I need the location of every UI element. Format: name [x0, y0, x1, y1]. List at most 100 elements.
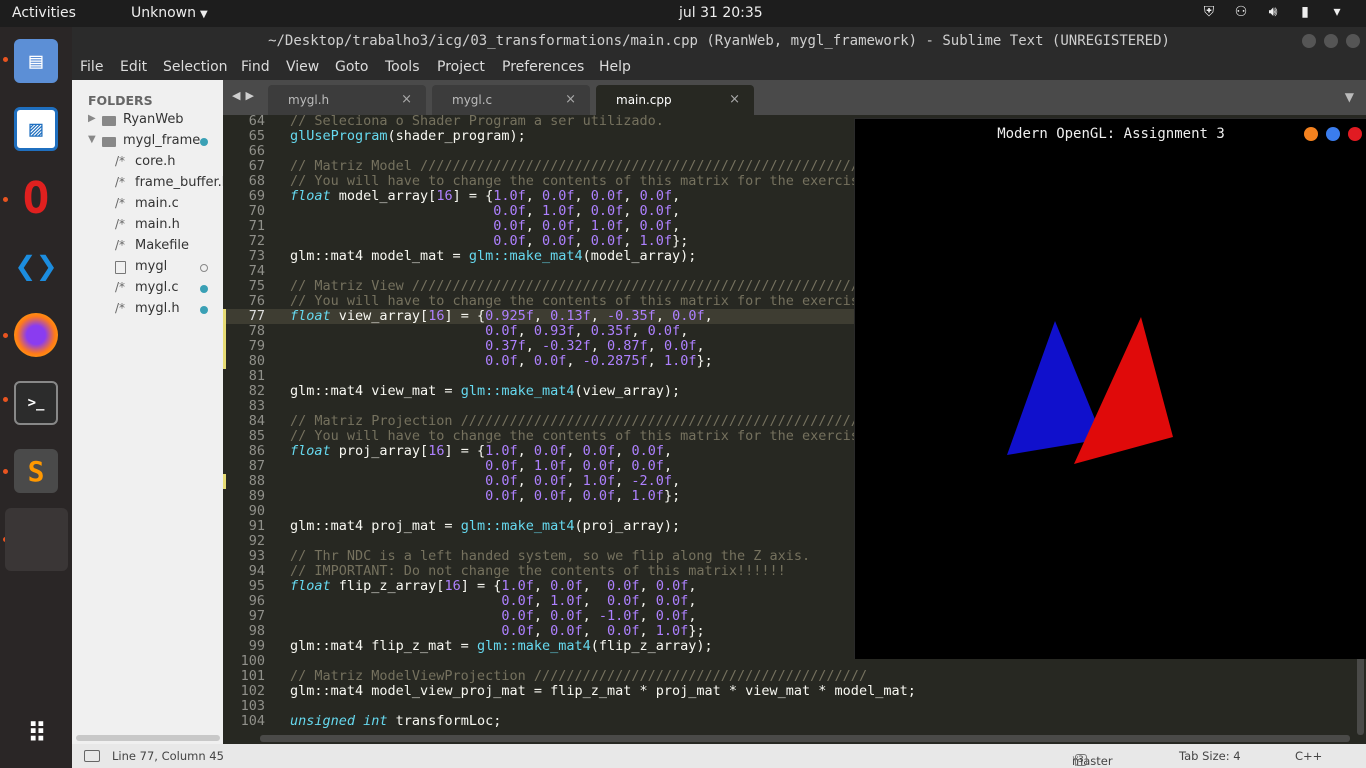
menu-view[interactable]: View [286, 59, 319, 75]
code-line[interactable]: float view_array[16] = {0.925f, 0.13f, -… [290, 309, 713, 324]
code-line[interactable]: 0.0f, 0.0f, 1.0f, 0.0f, [290, 219, 680, 234]
menu-edit[interactable]: Edit [120, 59, 147, 75]
menu-find[interactable]: Find [241, 59, 270, 75]
vertical-scrollbar[interactable] [1357, 655, 1364, 735]
dock-window-preview[interactable] [5, 508, 68, 571]
menu-help[interactable]: Help [599, 59, 631, 75]
code-line[interactable]: glm::mat4 proj_mat = glm::make_mat4(proj… [290, 519, 680, 534]
code-line[interactable]: 0.0f, 1.0f, 0.0f, 0.0f, [290, 594, 696, 609]
code-line[interactable]: 0.0f, 0.0f, 0.0f, 1.0f}; [290, 624, 704, 639]
code-line[interactable]: // Matriz Model ////////////////////////… [290, 159, 875, 174]
code-token: (view_array); [574, 383, 681, 399]
code-line[interactable]: float proj_array[16] = {1.0f, 0.0f, 0.0f… [290, 444, 672, 459]
menu-tools[interactable]: Tools [385, 59, 420, 75]
maximize-button[interactable] [1324, 34, 1338, 48]
sidebar-file-main-h[interactable]: /* main.h [72, 216, 223, 236]
sidebar-folder-ryanweb[interactable]: ▶ RyanWeb [72, 111, 223, 131]
tab-size[interactable]: Tab Size: 4 [1179, 749, 1241, 763]
code-line[interactable]: 0.0f, 0.0f, -1.0f, 0.0f, [290, 609, 696, 624]
code-line[interactable]: 0.0f, 1.0f, 0.0f, 0.0f, [290, 459, 672, 474]
line-number: 102 [240, 683, 265, 699]
dock-libreoffice-draw[interactable]: ▨ [8, 101, 64, 157]
dock-firefox[interactable] [8, 307, 64, 363]
tab-nav-arrows-icon[interactable]: ◀▶ [232, 89, 259, 102]
sidebar-file-frame-buffer-h[interactable]: /* frame_buffer.h [72, 174, 223, 194]
tab-mygl-h[interactable]: mygl.h × [268, 85, 426, 115]
menu-preferences[interactable]: Preferences [502, 59, 584, 75]
panel-toggle-icon[interactable] [84, 750, 100, 762]
sidebar-scrollbar[interactable] [76, 735, 220, 741]
code-line[interactable]: glm::mat4 flip_z_mat = glm::make_mat4(fl… [290, 639, 713, 654]
menu-selection[interactable]: Selection [163, 59, 228, 75]
sidebar-file-mygl[interactable]: mygl [72, 258, 223, 278]
window-titlebar[interactable]: ~/Desktop/trabalho3/icg/03_transformatio… [72, 27, 1366, 55]
dock-opera[interactable]: O [8, 170, 64, 226]
code-line[interactable]: glm::mat4 model_mat = glm::make_mat4(mod… [290, 249, 696, 264]
code-line[interactable]: // Thr NDC is a left handed system, so w… [290, 549, 810, 564]
menu-project[interactable]: Project [437, 59, 485, 75]
code-token: , [533, 608, 551, 624]
dock-terminal[interactable]: >_ [8, 375, 64, 431]
dock-vscode[interactable]: ❮❯ [8, 238, 64, 294]
tab-list-dropdown-icon[interactable]: ▼ [1345, 90, 1354, 104]
menu-goto[interactable]: Goto [335, 59, 368, 75]
code-line[interactable]: glm::mat4 view_mat = glm::make_mat4(view… [290, 384, 680, 399]
sidebar-file-mygl-c[interactable]: /* mygl.c [72, 279, 223, 299]
horizontal-scrollbar[interactable] [260, 735, 1350, 742]
close-button[interactable] [1346, 34, 1360, 48]
code-line[interactable]: 0.0f, 0.0f, 0.0f, 1.0f}; [290, 234, 688, 249]
syntax-mode[interactable]: C++ [1295, 749, 1322, 763]
code-line[interactable]: // Seleciona o Shader Program a ser util… [290, 115, 664, 129]
sidebar-file-mygl-h[interactable]: /* mygl.h [72, 300, 223, 320]
code-token: , [517, 473, 534, 489]
menu-file[interactable]: File [80, 59, 103, 75]
battery-icon[interactable]: ▮ [1296, 4, 1314, 20]
code-line[interactable]: float model_array[16] = {1.0f, 0.0f, 0.0… [290, 189, 680, 204]
code-line[interactable]: // You will have to change the contents … [290, 294, 875, 309]
code-line[interactable]: 0.0f, 0.93f, 0.35f, 0.0f, [290, 324, 688, 339]
code-line[interactable]: 0.0f, 0.0f, 0.0f, 1.0f}; [290, 489, 680, 504]
code-line[interactable]: // Matriz ModelViewProjection //////////… [290, 669, 867, 684]
line-number: 92 [248, 533, 265, 549]
minimize-button[interactable] [1304, 127, 1318, 141]
shield-icon[interactable]: ⛨ [1200, 4, 1218, 20]
dock-files[interactable]: ▤ [8, 33, 64, 89]
activities-button[interactable]: Activities [12, 5, 76, 21]
app-menu[interactable]: Unknown ▼ [131, 5, 208, 21]
code-line[interactable]: 0.37f, -0.32f, 0.87f, 0.0f, [290, 339, 705, 354]
code-line[interactable]: // IMPORTANT: Do not change the contents… [290, 564, 786, 579]
show-applications-button[interactable]: ⠿ [8, 706, 64, 762]
dock-sublime-text[interactable]: S [8, 443, 64, 499]
code-line[interactable]: // Matriz Projection ///////////////////… [290, 414, 867, 429]
sidebar-folder-mygl-framework[interactable]: ▼ mygl_frame [72, 132, 223, 152]
modified-indicator [200, 285, 208, 293]
maximize-button[interactable] [1326, 127, 1340, 141]
code-line[interactable]: glm::mat4 model_view_proj_mat = flip_z_m… [290, 684, 916, 699]
tab-main-cpp[interactable]: main.cpp × [596, 85, 754, 115]
close-icon[interactable]: × [401, 92, 412, 107]
sidebar-file-main-c[interactable]: /* main.c [72, 195, 223, 215]
code-line[interactable]: // Matriz View /////////////////////////… [290, 279, 867, 294]
code-line[interactable]: 0.0f, 0.0f, 1.0f, -2.0f, [290, 474, 680, 489]
code-line[interactable]: // You will have to change the contents … [290, 174, 875, 189]
power-menu-icon[interactable]: ▾ [1328, 4, 1346, 20]
close-icon[interactable]: × [729, 92, 740, 107]
close-icon[interactable]: × [565, 92, 576, 107]
code-line[interactable]: unsigned int transformLoc; [290, 714, 501, 729]
clock[interactable]: jul 31 20:35 [679, 5, 763, 21]
sidebar-file-core-h[interactable]: /* core.h [72, 153, 223, 173]
network-icon[interactable]: ⚇ [1232, 4, 1250, 20]
code-line[interactable]: 0.0f, 1.0f, 0.0f, 0.0f, [290, 204, 680, 219]
code-token: 1.0f [639, 233, 673, 249]
tab-mygl-c[interactable]: mygl.c × [432, 85, 590, 115]
code-line[interactable]: // You will have to change the contents … [290, 429, 875, 444]
volume-icon[interactable]: 🔊︎ [1264, 4, 1282, 20]
code-line[interactable]: 0.0f, 0.0f, -0.2875f, 1.0f}; [290, 354, 713, 369]
opengl-window[interactable]: Modern OpenGL: Assignment 3 [854, 118, 1366, 659]
minimize-button[interactable] [1302, 34, 1316, 48]
close-button[interactable] [1348, 127, 1362, 141]
code-line[interactable]: glUseProgram(shader_program); [290, 129, 526, 144]
system-tray[interactable]: ⛨ ⚇ 🔊︎ ▮ ▾ [1200, 4, 1346, 20]
code-line[interactable]: float flip_z_array[16] = {1.0f, 0.0f, 0.… [290, 579, 696, 594]
sidebar-file-makefile[interactable]: /* Makefile [72, 237, 223, 257]
